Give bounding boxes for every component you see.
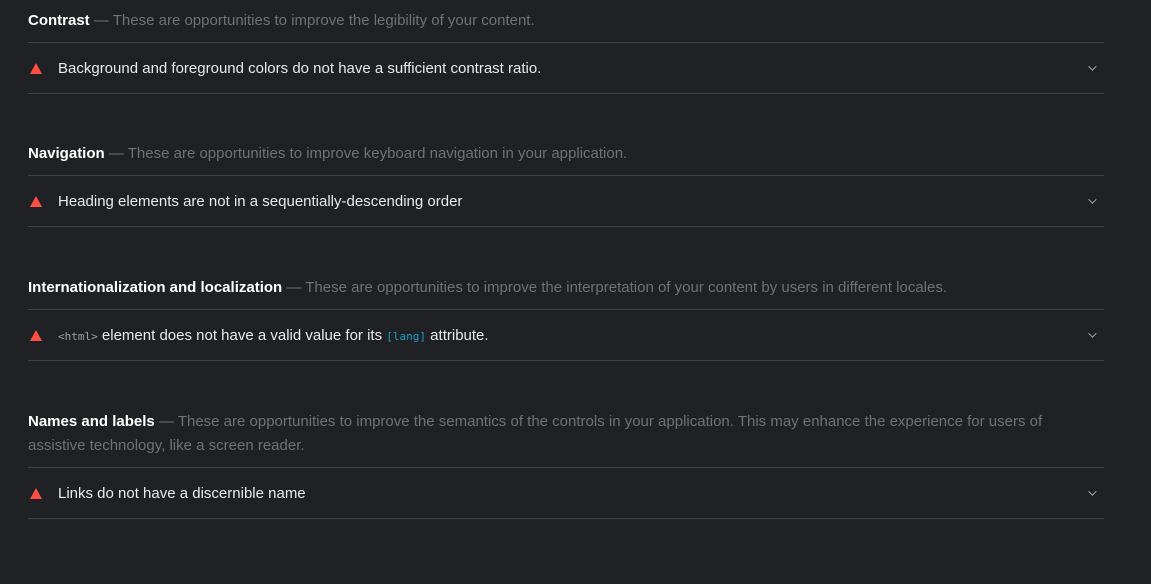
group-title: Names and labels [28, 413, 155, 430]
audit-title: Background and foreground colors do not … [58, 59, 542, 77]
audit-item-heading-order[interactable]: Heading elements are not in a sequential… [28, 176, 1104, 227]
group-description-text: These are opportunities to improve keybo… [127, 145, 628, 162]
group-title: Contrast [28, 12, 90, 29]
audit-group-navigation: Navigation — These are opportunities to … [28, 133, 1104, 227]
group-title: Internationalization and localization [28, 279, 283, 296]
triangle-fail-icon [30, 195, 42, 207]
group-description: Navigation — These are opportunities to … [28, 133, 1104, 176]
chevron-down-icon[interactable] [1082, 59, 1100, 77]
group-description: Contrast — These are opportunities to im… [28, 0, 1104, 43]
group-description-text: These are opportunities to improve the l… [112, 12, 535, 29]
code-lang-attr: [lang] [386, 329, 427, 343]
code-html-tag: <html> [58, 329, 98, 343]
chevron-down-icon[interactable] [1082, 484, 1100, 502]
audit-title: Heading elements are not in a sequential… [58, 192, 463, 210]
audit-title: Links do not have a discernible name [58, 484, 306, 502]
triangle-fail-icon [30, 62, 42, 74]
audit-group-names-labels: Names and labels — These are opportuniti… [28, 401, 1104, 519]
chevron-down-icon[interactable] [1082, 192, 1100, 210]
chevron-down-icon[interactable] [1082, 326, 1100, 344]
accessibility-audits-panel: Contrast — These are opportunities to im… [0, 0, 1151, 584]
group-description: Internationalization and localization — … [28, 267, 1104, 310]
group-description-text: These are opportunities to improve the i… [305, 279, 948, 296]
group-description-text: These are opportunities to improve the s… [28, 413, 1043, 454]
audit-group-contrast: Contrast — These are opportunities to im… [28, 0, 1104, 94]
triangle-fail-icon [30, 329, 42, 341]
group-title: Navigation [28, 145, 105, 162]
triangle-fail-icon [30, 487, 42, 499]
audit-item-link-name[interactable]: Links do not have a discernible name [28, 468, 1104, 519]
group-description: Names and labels — These are opportuniti… [28, 401, 1104, 468]
audit-item-contrast[interactable]: Background and foreground colors do not … [28, 43, 1104, 94]
audit-item-html-lang-valid[interactable]: <html> element does not have a valid val… [28, 310, 1104, 361]
audit-title: <html> element does not have a valid val… [58, 326, 489, 344]
audit-group-internationalization: Internationalization and localization — … [28, 267, 1104, 361]
